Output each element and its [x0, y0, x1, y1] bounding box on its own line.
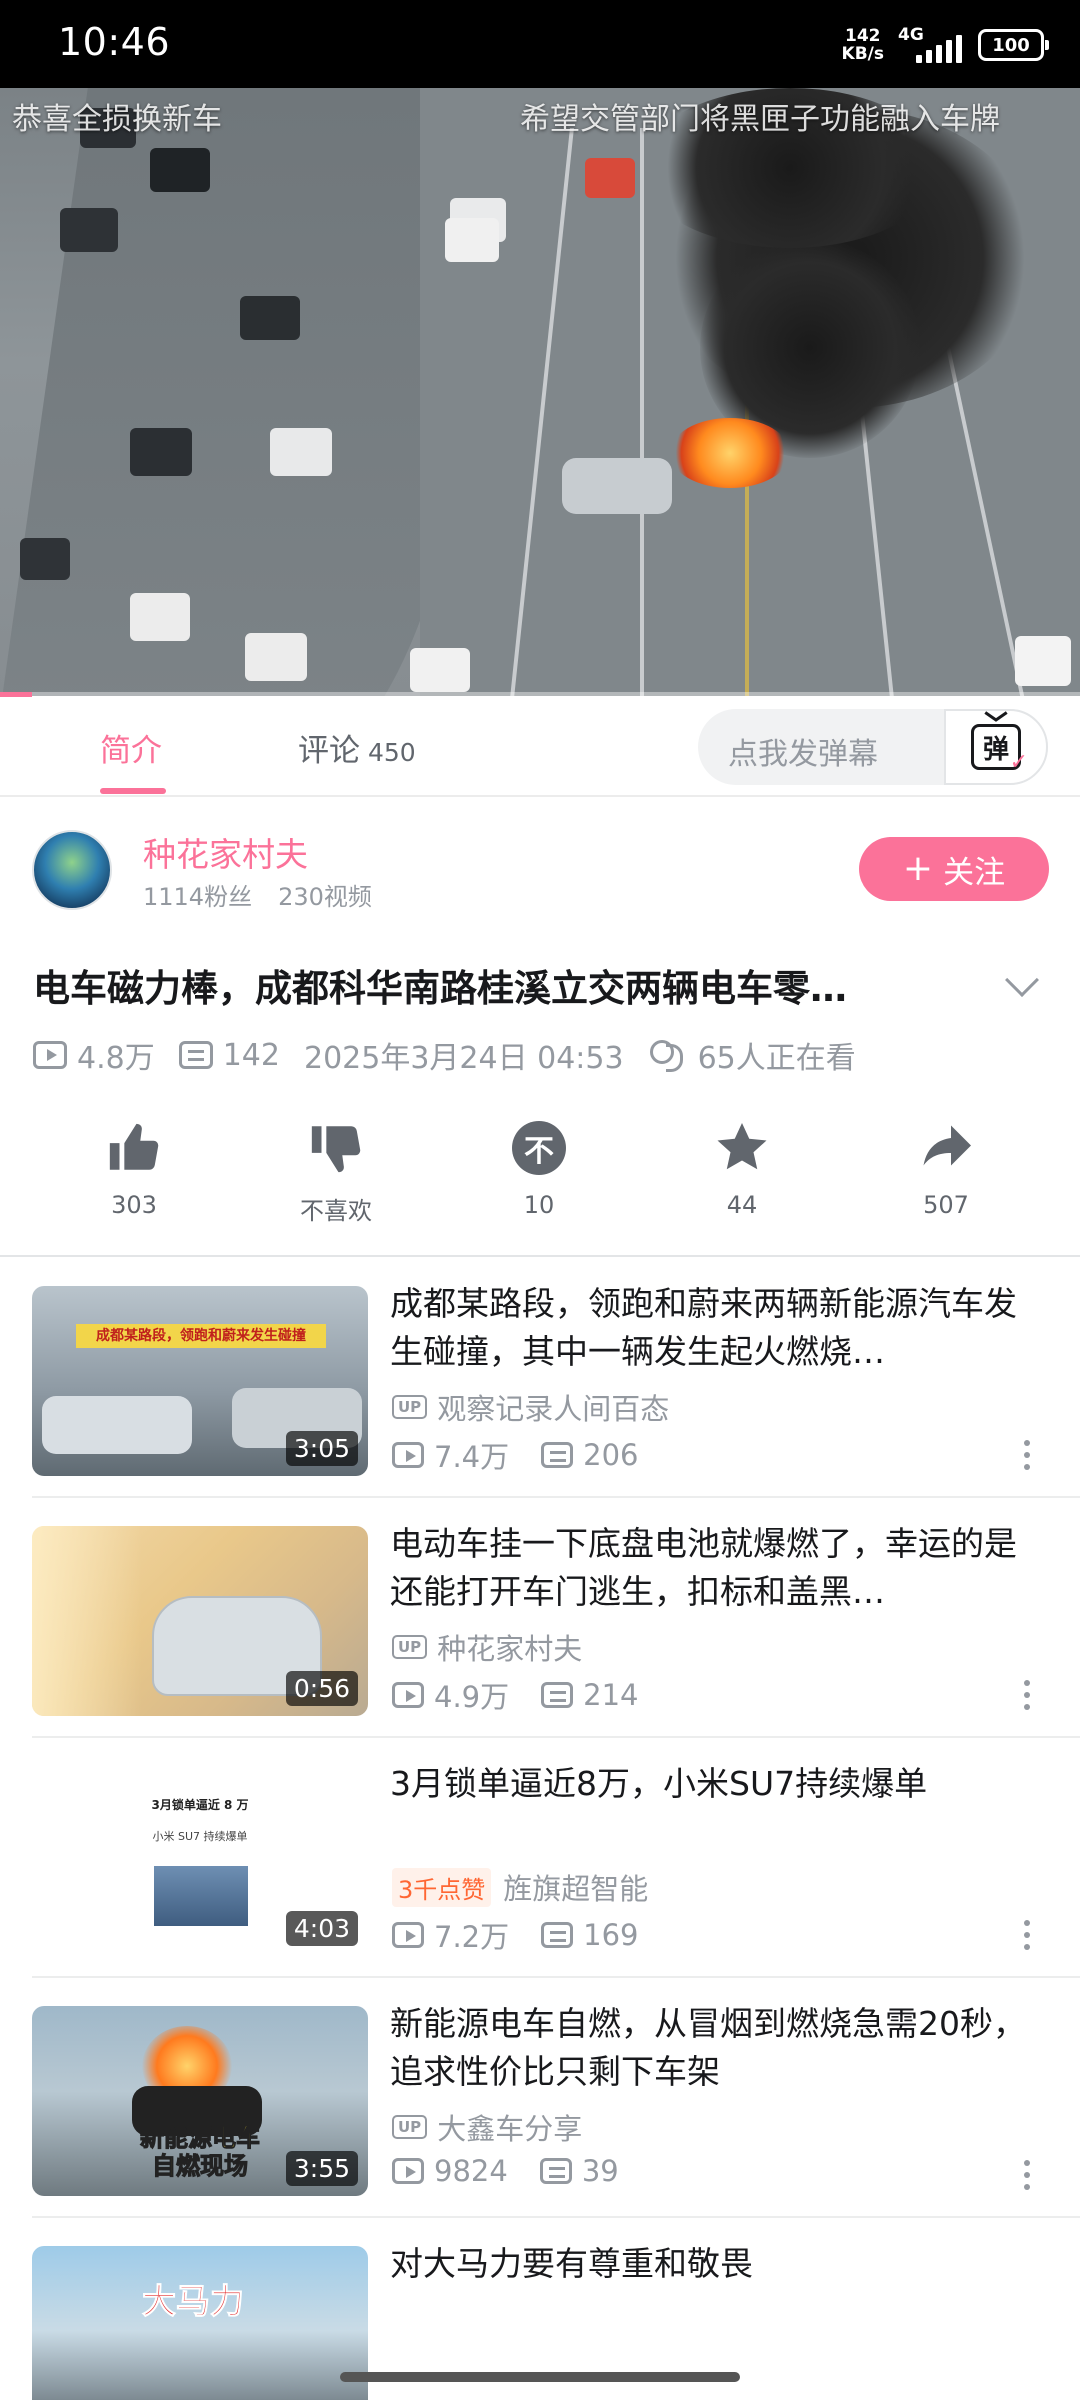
related-video-title: 对大马力要有尊重和敬畏	[390, 2244, 753, 2283]
danmaku-overlay-text: 希望交管部门将黑匣子功能融入车牌	[520, 102, 1000, 137]
danmaku-overlay-text: 恭喜全损换新车	[12, 102, 222, 137]
duration-badge: 0:56	[285, 1671, 358, 1706]
expand-chevron-icon[interactable]	[1005, 963, 1039, 997]
action-bar: 303 不喜欢 不 10 44 507	[0, 1115, 1080, 1230]
favorite-button[interactable]: 44	[682, 1115, 802, 1219]
duration-badge: 3:05	[285, 1431, 358, 1466]
play-count-icon	[392, 1442, 424, 1468]
danmaku-count-icon	[178, 1041, 213, 1069]
watching-count: 65人正在看	[697, 1041, 856, 1076]
likes-badge: 3千点赞	[392, 1867, 492, 1907]
video-title: 电车磁力棒，成都科华南路桂溪立交两辆电车零…	[33, 967, 847, 1010]
danmaku-count-icon	[539, 2158, 572, 2184]
danmaku-count-icon	[541, 1682, 574, 1708]
uploader-name[interactable]: 种花家村夫	[143, 828, 308, 876]
fire	[670, 418, 790, 488]
avatar[interactable]	[32, 830, 112, 910]
uploader-stats: 1114粉丝 230视频	[143, 877, 372, 912]
related-video-stats: 7.4万 206	[392, 1434, 638, 1476]
thumbnail-caption: 大马力	[142, 2282, 245, 2323]
network-speed: 142 KB/s	[841, 26, 884, 64]
more-options-icon[interactable]	[1024, 2160, 1030, 2190]
fans-count: 1114粉丝	[143, 883, 253, 911]
video-thumbnail[interactable]: 3月锁单逼近 8 万 小米 SU7 持续爆单 4:03	[32, 1766, 368, 1956]
play-count-icon	[392, 1682, 424, 1708]
up-badge-icon: UP	[392, 1635, 428, 1659]
danmaku-toggle-button[interactable]: 弹 ✓	[944, 709, 1048, 785]
play-count-icon	[392, 1922, 424, 1948]
signal-icon: 4G	[898, 25, 964, 65]
star-icon	[717, 1123, 767, 1170]
like-button[interactable]: 303	[74, 1115, 194, 1219]
danmaku-placeholder: 点我发弹幕	[728, 737, 878, 772]
related-video-author: 3千点赞 旌旗超智能	[392, 1866, 648, 1908]
tab-intro[interactable]: 简介	[100, 725, 162, 770]
related-video-author: UP 观察记录人间百态	[392, 1386, 669, 1428]
battery-icon: 100	[978, 29, 1049, 61]
related-video-author: UP 种花家村夫	[392, 1626, 582, 1668]
video-thumbnail[interactable]: 0:56	[32, 1526, 368, 1716]
related-video-stats: 9824 39	[392, 2154, 619, 2188]
danmaku-count-icon	[541, 1442, 574, 1468]
related-video-title: 成都某路段，领跑和蔚来两辆新能源汽车发生碰撞，其中一辆发生起火燃烧…	[390, 1284, 1017, 1371]
video-thumbnail[interactable]: 新能源电车 自燃现场 3:55	[32, 2006, 368, 2196]
coin-icon: 不	[512, 1121, 566, 1175]
publish-date: 2025年3月24日 04:53	[303, 1041, 624, 1076]
clock: 10:46	[58, 20, 171, 64]
share-button[interactable]: 507	[886, 1115, 1006, 1219]
related-video-author: UP 大鑫车分享	[392, 2106, 582, 2148]
related-video-title: 电动车挂一下底盘电池就爆燃了，幸运的是还能打开车门逃生，扣标和盖黑…	[390, 1524, 1017, 1611]
more-options-icon[interactable]	[1024, 1920, 1030, 1950]
thumb-down-icon	[311, 1126, 361, 1173]
danmaku-tv-icon: 弹 ✓	[971, 724, 1028, 775]
related-video-stats: 7.2万 169	[392, 1914, 638, 1956]
video-thumbnail[interactable]: 大马力	[32, 2246, 368, 2400]
follow-button[interactable]: + 关注	[859, 837, 1049, 901]
home-indicator[interactable]	[340, 2372, 740, 2382]
thumb-up-icon	[109, 1123, 159, 1170]
dislike-button[interactable]: 不喜欢	[276, 1115, 396, 1226]
more-options-icon[interactable]	[1024, 1440, 1030, 1470]
danmaku-input[interactable]: 点我发弹幕 弹 ✓	[698, 709, 1048, 785]
duration-badge: 4:03	[285, 1911, 358, 1946]
viewers-icon	[648, 1040, 688, 1072]
more-options-icon[interactable]	[1024, 1680, 1030, 1710]
share-icon	[923, 1125, 971, 1166]
related-video-item[interactable]: 成都某路段，领跑和蔚来发生碰撞 3:05 成都某路段，领跑和蔚来两辆新能源汽车发…	[0, 1258, 1080, 1498]
tab-bar: 简介 评论 450 点我发弹幕 弹 ✓	[0, 697, 1080, 797]
related-video-item[interactable]: 新能源电车 自燃现场 3:55 新能源电车自燃，从冒烟到燃烧急需20秒，追求性价…	[0, 1978, 1080, 2218]
video-player[interactable]: 恭喜全损换新车 希望交管部门将黑匣子功能融入车牌	[0, 88, 1080, 696]
section-divider	[0, 1255, 1080, 1257]
view-count: 4.8万	[77, 1041, 155, 1076]
related-video-item[interactable]: 0:56 电动车挂一下底盘电池就爆燃了，幸运的是还能打开车门逃生，扣标和盖黑… …	[0, 1498, 1080, 1738]
thumbnail-caption: 3月锁单逼近 8 万	[151, 1798, 249, 1812]
play-count-icon	[33, 1041, 67, 1069]
related-video-title: 3月锁单逼近8万，小米SU7持续爆单	[390, 1764, 928, 1803]
thumbnail-caption: 成都某路段，领跑和蔚来发生碰撞	[76, 1324, 326, 1348]
related-video-stats: 4.9万 214	[392, 1674, 638, 1716]
plus-icon: +	[902, 848, 934, 889]
status-icons: 142 KB/s 4G 100	[841, 22, 1049, 68]
danmaku-count: 142	[222, 1037, 280, 1073]
duration-badge: 3:55	[285, 2151, 358, 2186]
thumbnail-subcaption: 小米 SU7 持续爆单	[152, 1830, 248, 1843]
video-count: 230视频	[278, 883, 372, 911]
up-badge-icon: UP	[392, 2115, 428, 2139]
tab-comments[interactable]: 评论 450	[298, 725, 416, 770]
up-badge-icon: UP	[392, 1395, 428, 1419]
comment-count: 450	[368, 738, 416, 767]
video-thumbnail[interactable]: 成都某路段，领跑和蔚来发生碰撞 3:05	[32, 1286, 368, 1476]
coin-button[interactable]: 不 10	[479, 1115, 599, 1219]
danmaku-count-icon	[541, 1922, 574, 1948]
related-video-item[interactable]: 3月锁单逼近 8 万 小米 SU7 持续爆单 4:03 3月锁单逼近8万，小米S…	[0, 1738, 1080, 1978]
related-video-title: 新能源电车自燃，从冒烟到燃烧急需20秒，追求性价比只剩下车架	[390, 2004, 1026, 2091]
play-count-icon	[392, 2158, 424, 2184]
status-bar: 10:46 142 KB/s 4G 100	[0, 0, 1080, 88]
video-meta: 4.8万 142 2025年3月24日 04:53 65人正在看	[33, 1033, 856, 1077]
tab-indicator	[100, 788, 166, 794]
